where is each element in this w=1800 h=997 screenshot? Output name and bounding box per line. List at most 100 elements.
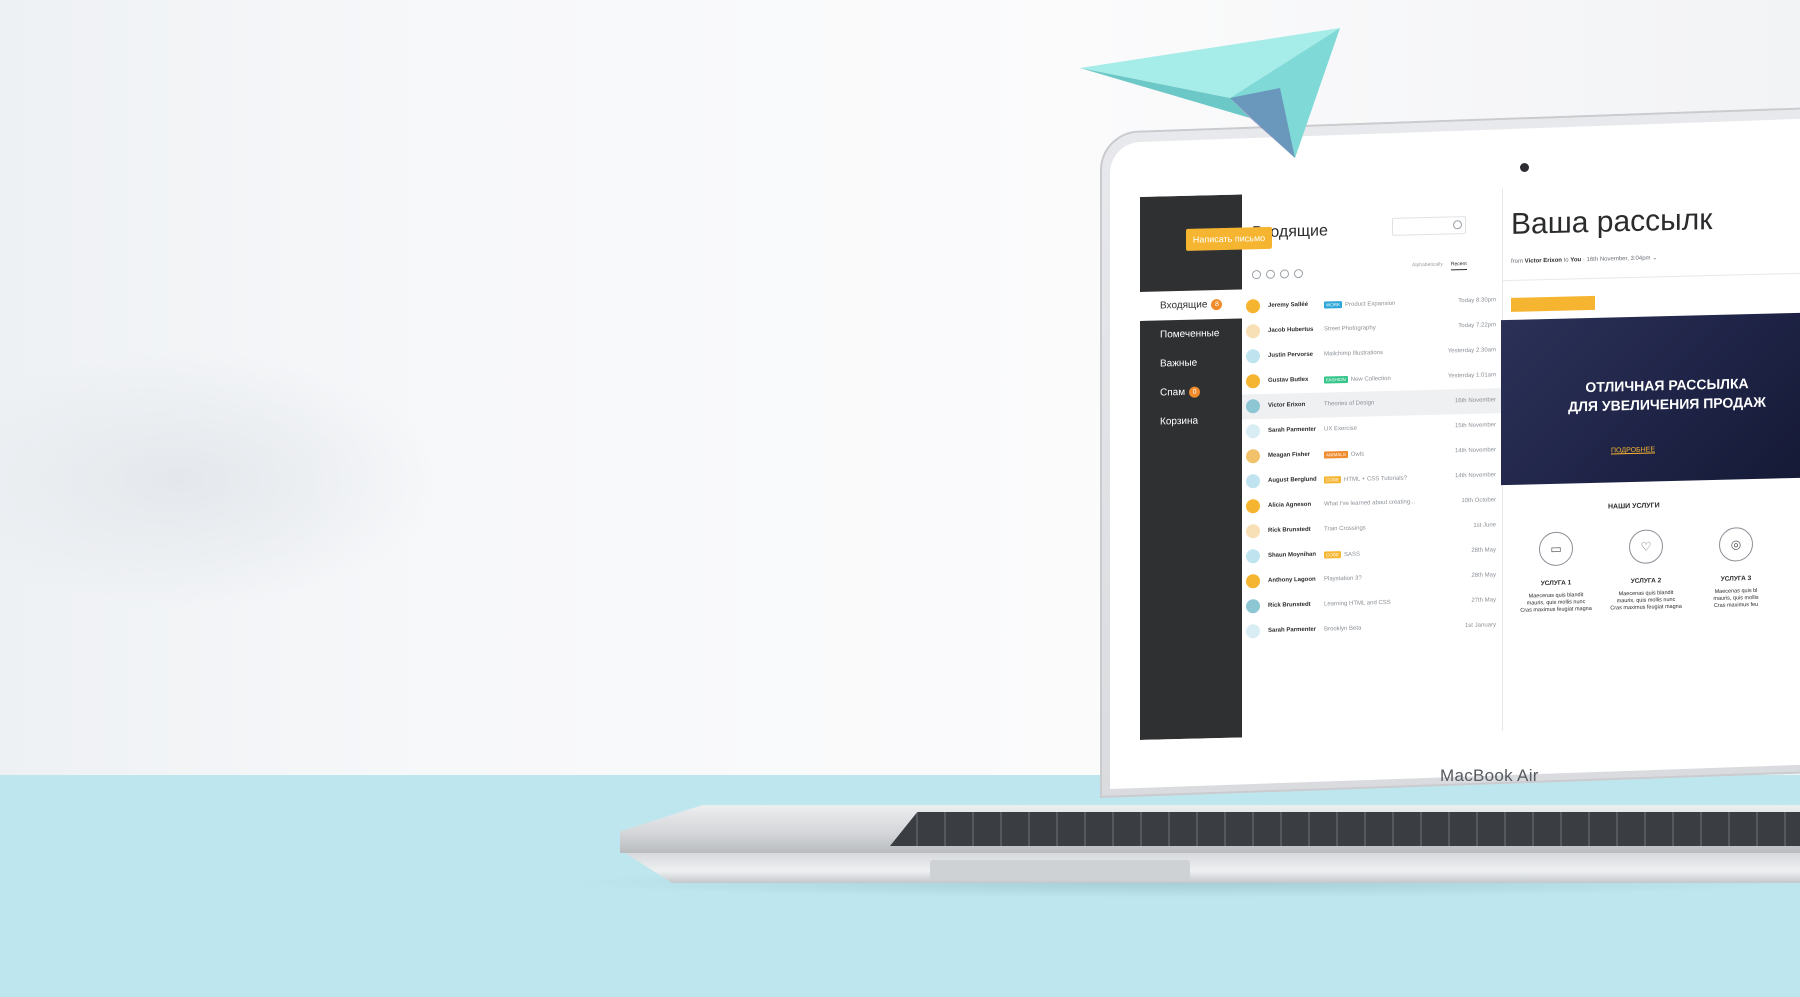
message-tag: FASHION [1324, 375, 1348, 384]
message-subject: Owls [1350, 451, 1365, 458]
service-text: Maecenas quis blandit mauris, quis molli… [1610, 589, 1682, 612]
message-time: Yesterday 1:01am [1447, 372, 1496, 380]
message-sender: Jeremy Salléé [1268, 301, 1309, 309]
message-subject: Train Crossings [1324, 525, 1366, 533]
message-time: 1st January [1464, 622, 1496, 630]
sidebar-item-starred[interactable]: Помеченные [1140, 319, 1242, 350]
message-sender: August Berglund [1268, 476, 1317, 484]
mail-sidebar: Входящие 8 Помеченные Важные Спам 0 Корзин… [1140, 194, 1272, 740]
message-subject-line: ANIMALS Owls [1324, 450, 1365, 459]
select-all-icon[interactable] [1252, 270, 1261, 280]
message-subject: What I've learned about creating... [1324, 499, 1416, 508]
avatar [1246, 599, 1260, 614]
avatar [1246, 399, 1260, 414]
sidebar-item-label: Входящие [1160, 299, 1208, 312]
lifebuoy-icon: ◎ [1719, 527, 1753, 562]
avatar [1246, 424, 1260, 439]
message-sender: Rick Brunstedt [1268, 526, 1311, 534]
avatar [1246, 349, 1260, 364]
laptop-keyboard [890, 812, 1800, 846]
refresh-icon[interactable] [1266, 269, 1275, 279]
message-subject: Brooklyn Beta [1324, 625, 1362, 633]
message-time: Yesterday 2:30am [1447, 347, 1496, 355]
meta-date: 16th November, 3:04pm [1586, 255, 1651, 264]
chevron-down-icon[interactable]: ⌄ [1652, 255, 1657, 261]
camera-icon [1520, 163, 1529, 172]
message-sender: Victor Erixon [1268, 401, 1306, 409]
search-input[interactable] [1392, 216, 1466, 236]
more-link[interactable]: ПОДРОБНЕЕ [1611, 446, 1655, 454]
sidebar-item-label: Важные [1160, 357, 1198, 370]
message-time: 14th November [1454, 472, 1496, 480]
avatar [1246, 474, 1260, 489]
message-sender: Justin Pervorse [1268, 351, 1314, 359]
message-subject: Product Expansion [1345, 300, 1396, 309]
sidebar-item-trash[interactable]: Корзина [1140, 406, 1242, 437]
search-icon[interactable] [1453, 220, 1462, 230]
message-subject-line: CODE SASS [1324, 551, 1360, 559]
message-subject-line: Train Crossings [1324, 525, 1366, 532]
message-subject: UX Exercise [1324, 425, 1358, 433]
message-meta: from Victor Erixon to You · 16th Novembe… [1511, 254, 1657, 265]
message-tag: CODE [1324, 476, 1342, 484]
message-row[interactable]: Sarah Parmenter Brooklyn Beta 1st January [1242, 613, 1502, 644]
compose-button[interactable]: Написать письмо [1186, 226, 1272, 251]
sidebar-item-label: Спам [1160, 386, 1186, 399]
message-subject: Street Photography [1324, 325, 1376, 333]
message-sender: Alicia Agneson [1268, 501, 1312, 509]
message-time: 27th May [1471, 597, 1496, 604]
laptop-brand-label: MacBook Air [1440, 766, 1539, 785]
message-list: Jeremy Salléé WORK Product Expansion Today … [1242, 288, 1502, 644]
message-subject: Ваша рассылк [1511, 203, 1713, 241]
message-subject-line: UX Exercise [1324, 426, 1357, 433]
sidebar-item-label: Корзина [1160, 415, 1199, 428]
message-time: Today 7:22pm [1458, 322, 1496, 330]
message-time: 16th November [1454, 397, 1496, 405]
laptop-icon: ▭ [1539, 531, 1573, 567]
message-sender: Anthony Lagoon [1268, 576, 1316, 584]
banner-title: ОТЛИЧНАЯ РАССЫЛКА ДЛЯ УВЕЛИЧЕНИЯ ПРОДАЖ [1537, 373, 1797, 417]
heart-icon: ♡ [1629, 529, 1663, 565]
message-time: 28th May [1471, 572, 1496, 579]
message-time: Today 8:30pm [1458, 297, 1496, 305]
service-title: УСЛУГА 2 [1630, 577, 1662, 586]
message-subject: New Collection [1350, 375, 1391, 383]
tab-alphabetically[interactable]: Alphabetically [1412, 262, 1443, 269]
spam-count-badge: 0 [1189, 386, 1201, 398]
meta-to-word: to [1563, 257, 1569, 264]
sidebar-nav: Входящие 8 Помеченные Важные Спам 0 Корзин… [1140, 288, 1272, 437]
laptop-trackpad [930, 860, 1190, 880]
service-text: Maecenas quis bl mauris, quis mollis Cra… [1713, 587, 1759, 609]
paper-plane-icon [1080, 28, 1340, 158]
message-subject-line: Learning HTML and CSS [1324, 600, 1391, 608]
avatar [1246, 449, 1260, 464]
meta-from[interactable]: Victor Erixon [1525, 258, 1562, 265]
message-subject-line: Theories of Design [1324, 400, 1374, 407]
avatar [1246, 574, 1260, 589]
sidebar-item-important[interactable]: Важные [1140, 348, 1242, 379]
avatar [1246, 549, 1260, 564]
service-card-1: ▭ УСЛУГА 1 Maecenas quis blandit mauris,… [1513, 531, 1599, 615]
tab-recent[interactable]: Recent [1450, 261, 1467, 271]
message-subject: Mailchimp Illustrations [1324, 350, 1384, 358]
meta-prefix: from [1511, 258, 1523, 265]
service-card-3: ◎ УСЛУГА 3 Maecenas quis bl mauris, quis… [1693, 526, 1779, 610]
delete-icon[interactable] [1294, 269, 1303, 279]
message-sender: Rick Brunstedt [1268, 601, 1311, 609]
meta-separator: · [1582, 257, 1585, 264]
sidebar-item-spam[interactable]: Спам 0 [1140, 377, 1242, 408]
accent-bar [1511, 295, 1595, 312]
message-sender: Meagan Fisher [1268, 451, 1311, 459]
archive-icon[interactable] [1280, 269, 1289, 279]
message-time: 1st June [1473, 522, 1496, 529]
inbox-panel: Входящие Alphabetically Recent Jeremy Sal… [1242, 188, 1503, 738]
message-subject-line: FASHION New Collection [1324, 375, 1391, 384]
message-subject-line: Street Photography [1324, 325, 1376, 332]
message-tag: WORK [1324, 301, 1342, 309]
message-subject-line: WORK Product Expansion [1324, 300, 1395, 309]
message-subject: SASS [1344, 551, 1361, 559]
message-tag: ANIMALS [1324, 450, 1348, 459]
message-time: 15th November [1454, 422, 1496, 430]
message-subject-line: Brooklyn Beta [1324, 626, 1361, 633]
message-sender: Jacob Hubertus [1268, 326, 1314, 334]
